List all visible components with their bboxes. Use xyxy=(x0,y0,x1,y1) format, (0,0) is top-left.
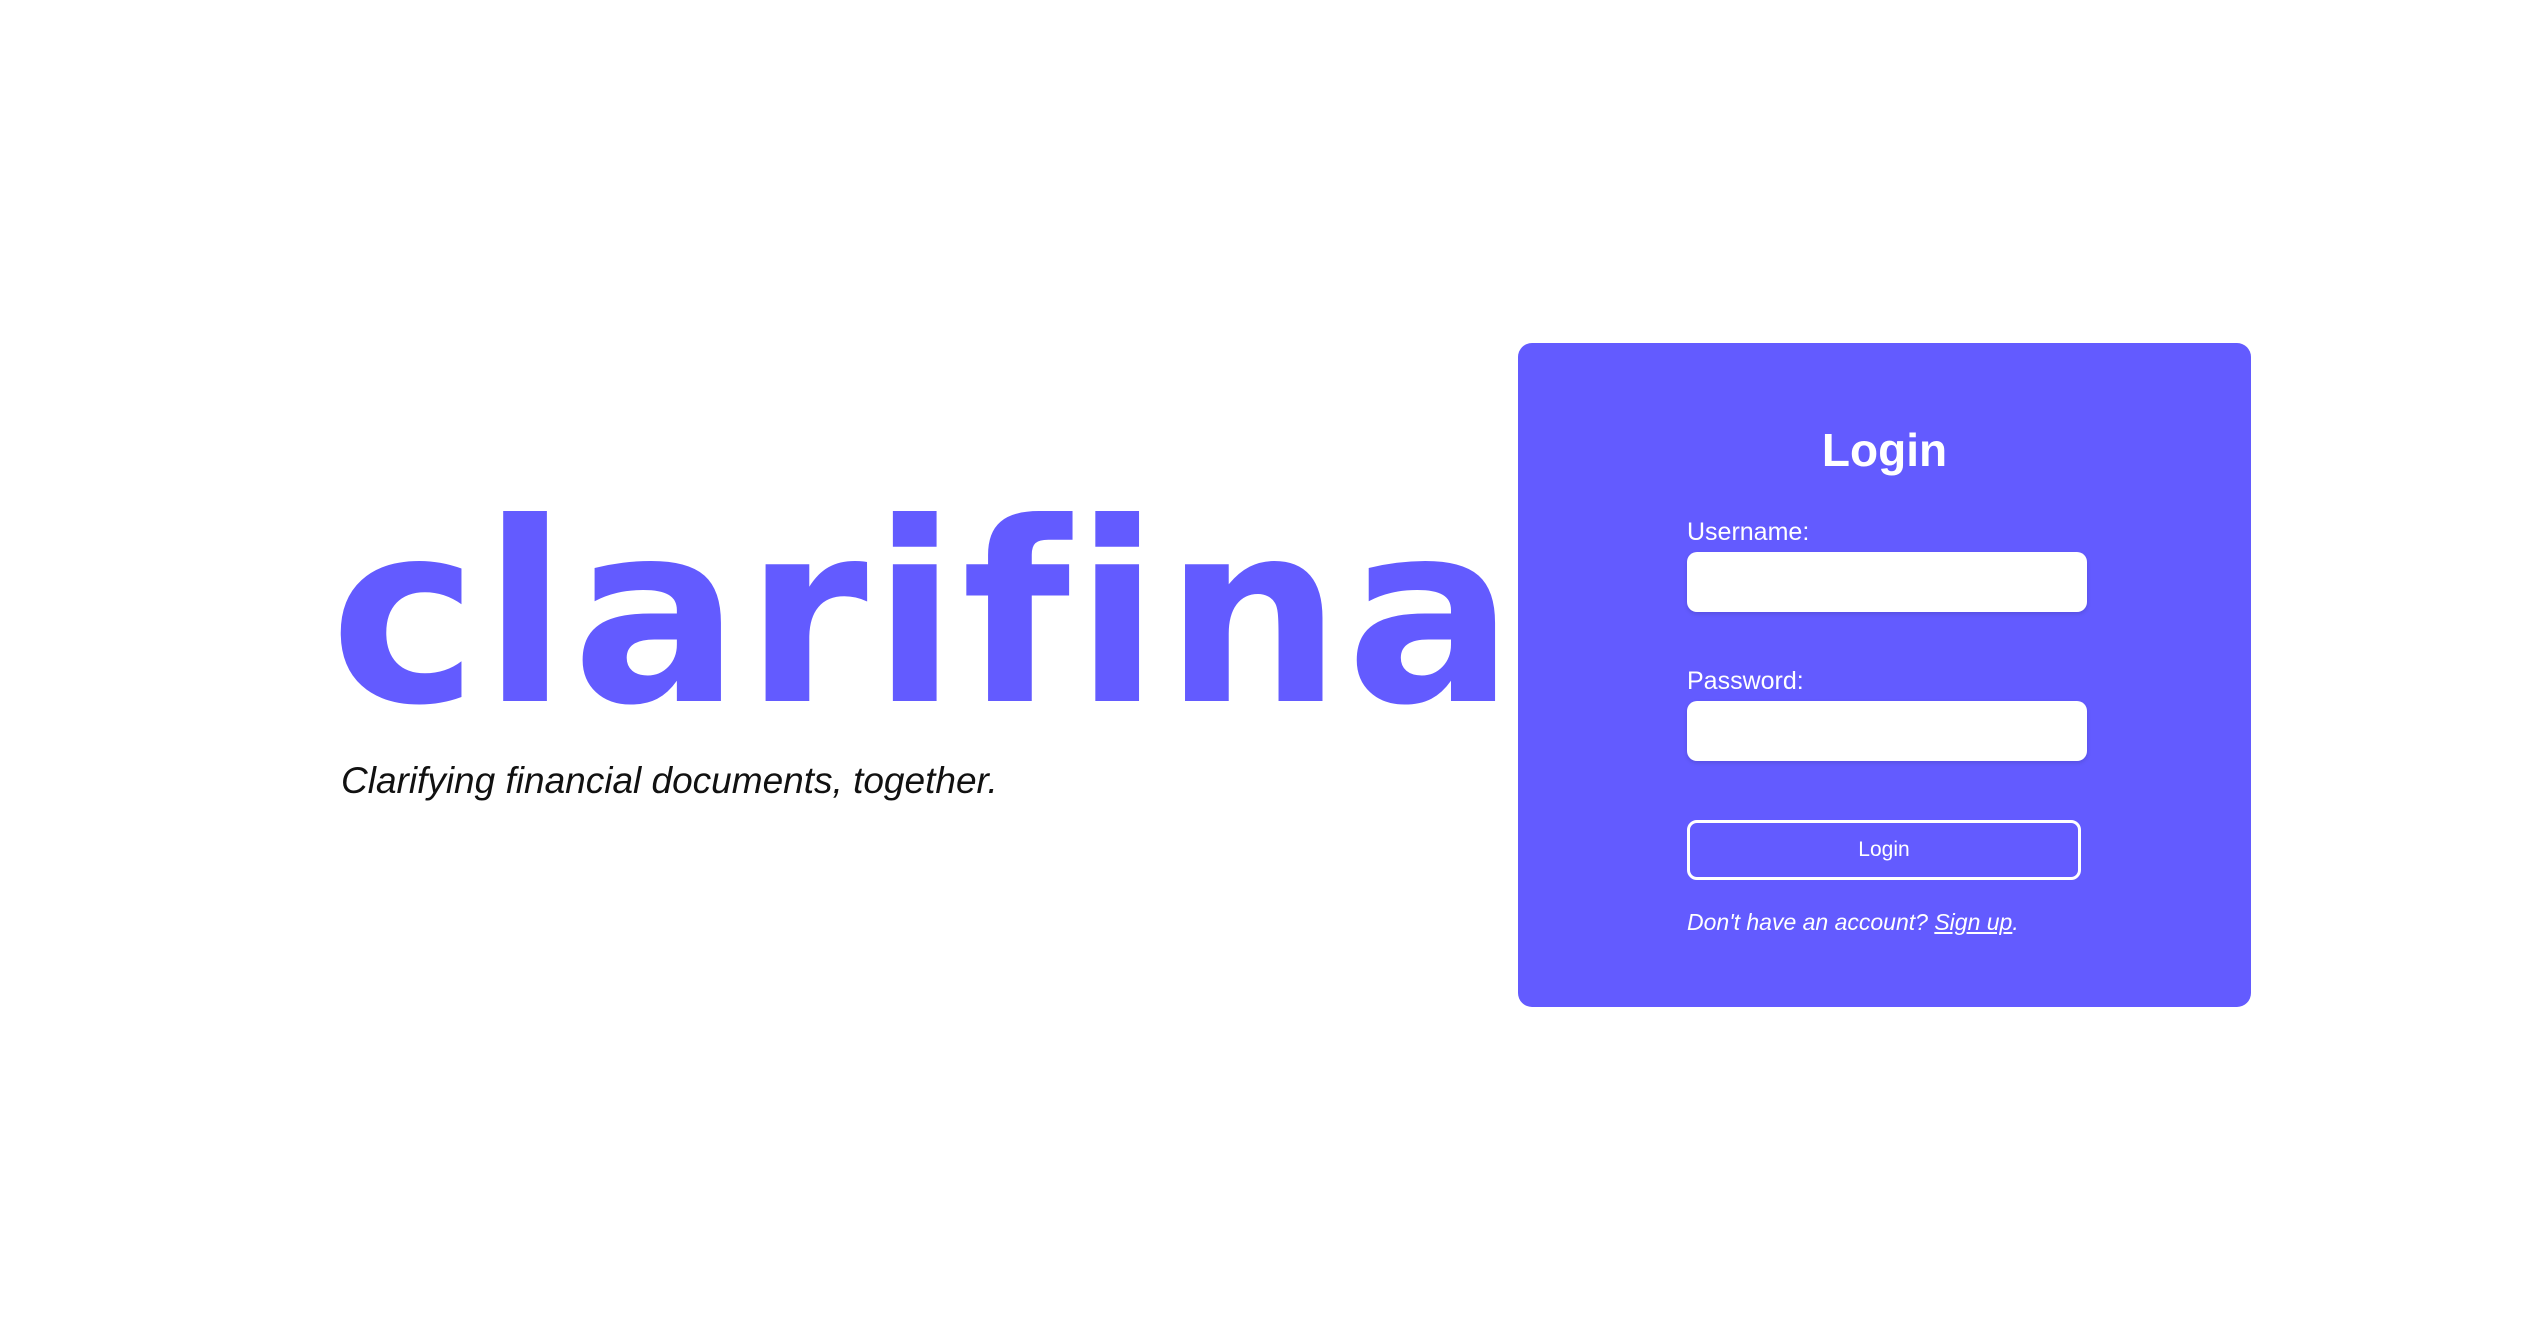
login-card: Login Username: Password: Login Don't ha… xyxy=(1518,343,2251,1007)
username-label: Username: xyxy=(1687,518,1810,546)
login-title: Login xyxy=(1821,424,1948,476)
signup-prompt: Don't have an account? Sign up. xyxy=(1687,909,2019,936)
login-button[interactable]: Login xyxy=(1687,820,2081,880)
username-input[interactable] xyxy=(1687,552,2087,612)
signup-suffix: . xyxy=(2012,909,2019,935)
password-input[interactable] xyxy=(1687,701,2087,761)
password-label: Password: xyxy=(1687,667,1804,695)
clarifina-logo: clarifina xyxy=(330,469,1519,760)
brand-section: clarifina Clarifying financial documents… xyxy=(320,469,1519,802)
tagline: Clarifying financial documents, together… xyxy=(341,760,998,801)
signup-prompt-text: Don't have an account? xyxy=(1687,909,1928,935)
login-page: clarifina Clarifying financial documents… xyxy=(0,0,2535,1333)
signup-link[interactable]: Sign up xyxy=(1934,909,2012,935)
